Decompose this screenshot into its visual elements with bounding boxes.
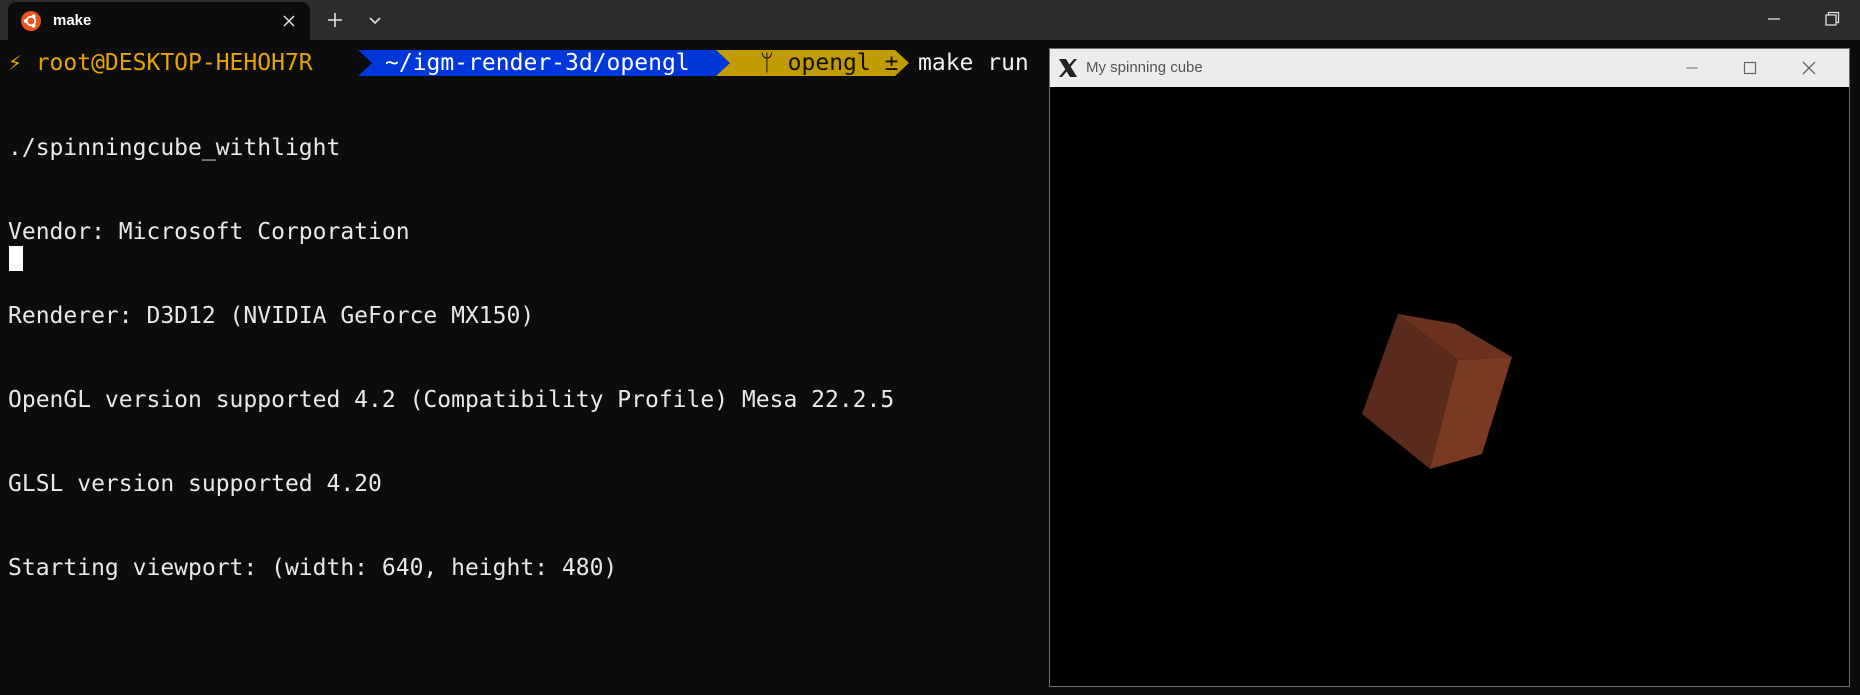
tab-make[interactable]: make (8, 2, 310, 40)
prompt-path: ~/igm-render-3d/opengl (385, 50, 690, 76)
shell-prompt: ⚡ root@DESKTOP-HEHOH7R ~/igm-render-3d/o… (0, 48, 1045, 78)
prompt-command: make run (918, 50, 1029, 76)
minimize-icon[interactable] (1764, 9, 1784, 29)
window-title: My spinning cube (1086, 59, 1203, 76)
output-line: ./spinningcube_withlight (8, 135, 341, 161)
x-logo-icon (1059, 59, 1077, 77)
spinning-cube (1362, 314, 1512, 469)
output-line: OpenGL version supported 4.2 (Compatibil… (8, 387, 895, 413)
chevron-down-icon[interactable] (365, 10, 385, 30)
restore-icon[interactable] (1822, 9, 1842, 29)
output-line: Starting viewport: (width: 640, height: … (8, 555, 618, 581)
tab-title: make (53, 12, 92, 29)
window-title-bar[interactable]: My spinning cube (1050, 49, 1849, 87)
terminal-output: ./spinningcube_withlight Vendor: Microso… (8, 78, 894, 638)
title-bar: make (0, 0, 1860, 40)
close-icon[interactable] (280, 12, 298, 30)
spinning-cube-window[interactable]: My spinning cube (1049, 48, 1850, 687)
prompt-user-host: ⚡ root@DESKTOP-HEHOH7R (8, 50, 313, 76)
output-line: Renderer: D3D12 (NVIDIA GeForce MX150) (8, 303, 535, 329)
terminal-cursor (9, 246, 23, 271)
maximize-icon[interactable] (1740, 58, 1760, 78)
new-tab-plus-icon[interactable] (325, 10, 345, 30)
ubuntu-icon (21, 11, 41, 31)
opengl-canvas[interactable] (1050, 87, 1849, 686)
terminal-pane[interactable]: ⚡ root@DESKTOP-HEHOH7R ~/igm-render-3d/o… (0, 40, 1045, 695)
output-line: Vendor: Microsoft Corporation (8, 219, 410, 245)
output-line: GLSL version supported 4.20 (8, 471, 382, 497)
close-icon[interactable] (1799, 58, 1819, 78)
prompt-git-branch: ᛘ opengl ± (760, 50, 899, 76)
minimize-icon[interactable] (1682, 58, 1702, 78)
